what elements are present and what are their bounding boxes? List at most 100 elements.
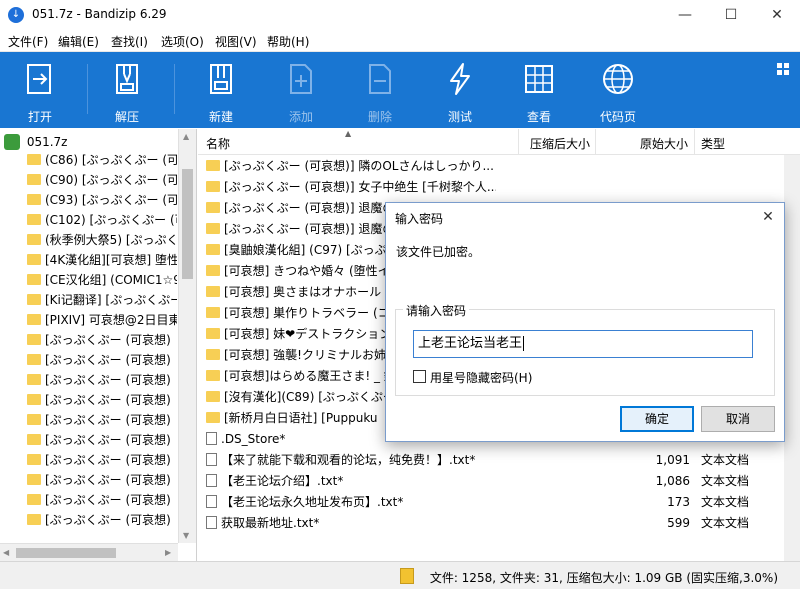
file-icon bbox=[206, 432, 217, 445]
scroll-left-arrow-icon[interactable]: ◀ bbox=[3, 548, 9, 557]
file-row[interactable]: 【来了就能下载和观看的论坛，纯免费！】.txt* 1,091 文本文档 bbox=[198, 450, 800, 471]
text-caret bbox=[523, 336, 525, 351]
column-divider[interactable] bbox=[518, 129, 519, 155]
file-name: [新桥月白日语社] [Puppuku bbox=[224, 411, 378, 425]
toolbar-separator bbox=[174, 64, 175, 114]
ok-button[interactable]: 确定 bbox=[620, 406, 694, 432]
file-name: [可哀想] きつねや婚々 (堕性イ bbox=[224, 264, 390, 278]
tree-item[interactable]: (C93) [ぷっぷくぷー (可哀 bbox=[27, 190, 177, 210]
file-type: 文本文档 bbox=[701, 453, 750, 467]
tree-item-label: [ぷっぷくぷー (可哀想) bbox=[45, 353, 171, 367]
add-button[interactable]: 添加 bbox=[261, 52, 341, 128]
delete-file-icon bbox=[369, 64, 391, 94]
file-original-size: 173 bbox=[667, 495, 690, 509]
tree-item[interactable]: (C90) [ぷっぷくぷー (可哀 bbox=[27, 170, 177, 190]
password-input[interactable]: 上老王论坛当老王 bbox=[413, 330, 753, 358]
folder-icon bbox=[206, 202, 220, 213]
test-button[interactable]: 测试 bbox=[420, 52, 500, 128]
tree-item[interactable]: [ぷっぷくぷー (可哀想) bbox=[27, 470, 177, 490]
column-original-size[interactable]: 原始大小 bbox=[640, 135, 688, 152]
new-button[interactable]: 新建 bbox=[181, 52, 261, 128]
menu-view[interactable]: 视图(V) bbox=[215, 33, 257, 50]
menu-help[interactable]: 帮助(H) bbox=[267, 33, 309, 50]
file-name: [可哀想] 妹❤デストラクション bbox=[224, 327, 392, 341]
view-grid-icon bbox=[525, 65, 553, 93]
tree-vertical-scroll-thumb[interactable] bbox=[182, 169, 193, 279]
tree-item[interactable]: [ぷっぷくぷー (可哀想) bbox=[27, 330, 177, 350]
folder-icon bbox=[27, 454, 41, 465]
codepage-button[interactable]: 代码页 bbox=[578, 52, 658, 128]
file-list-scrollbar[interactable] bbox=[784, 155, 800, 561]
tree-item[interactable]: [ぷっぷくぷー (可哀想) bbox=[27, 350, 177, 370]
folder-icon bbox=[206, 391, 220, 402]
scroll-right-arrow-icon[interactable]: ▶ bbox=[165, 548, 171, 557]
tree-item[interactable]: [ぷっぷくぷー (可哀想) bbox=[27, 490, 177, 510]
tree-item-label: [ぷっぷくぷー (可哀想) bbox=[45, 333, 171, 347]
file-row[interactable]: 获取最新地址.txt* 599 文本文档 bbox=[198, 513, 800, 534]
folder-icon bbox=[27, 494, 41, 505]
menu-edit[interactable]: 编辑(E) bbox=[58, 33, 99, 50]
tree-item-label: [CE汉化组] (COMIC1☆9 bbox=[45, 273, 177, 287]
hide-password-checkbox[interactable] bbox=[413, 370, 426, 383]
tree-horizontal-scrollbar[interactable]: ◀ ▶ bbox=[0, 543, 178, 561]
scroll-up-arrow-icon[interactable]: ▲ bbox=[183, 132, 189, 141]
dialog-close-button[interactable]: ✕ bbox=[752, 203, 784, 231]
tree-root[interactable]: 051.7z bbox=[4, 134, 67, 150]
menu-file[interactable]: 文件(F) bbox=[8, 33, 48, 50]
tree-item[interactable]: (秋季例大祭5) [ぷっぷく bbox=[27, 230, 177, 250]
menu-options[interactable]: 选项(O) bbox=[161, 33, 204, 50]
folder-icon bbox=[27, 374, 41, 385]
maximize-button[interactable]: ☐ bbox=[708, 0, 754, 30]
tree-item[interactable]: [4K漢化組][可哀想] 堕性 bbox=[27, 250, 177, 270]
column-divider[interactable] bbox=[694, 129, 695, 155]
view-button[interactable]: 查看 bbox=[499, 52, 579, 128]
tree-item-label: [ぷっぷくぷー (可哀想) bbox=[45, 433, 171, 447]
tree-item[interactable]: [CE汉化组] (COMIC1☆9 bbox=[27, 270, 177, 290]
extract-label: 解压 bbox=[114, 110, 139, 124]
tree-item[interactable]: (C86) [ぷっぷくぷー (可哀 bbox=[27, 150, 177, 170]
tree-item-label: (C86) [ぷっぷくぷー (可哀 bbox=[45, 153, 177, 167]
file-row[interactable]: [ぷっぷくぷー (可哀想)] 隣のOLさんはしっかり... bbox=[198, 156, 800, 177]
tree-vertical-scrollbar[interactable]: ▲ ▼ bbox=[178, 129, 196, 543]
minimize-button[interactable]: — bbox=[662, 0, 708, 30]
folder-icon bbox=[27, 434, 41, 445]
folder-icon bbox=[206, 223, 220, 234]
delete-button[interactable]: 删除 bbox=[340, 52, 420, 128]
tree-item[interactable]: [PIXIV] 可哀想@2日目東 bbox=[27, 310, 177, 330]
tree-item[interactable]: [ぷっぷくぷー (可哀想) bbox=[27, 410, 177, 430]
tree-item-label: [4K漢化組][可哀想] 堕性 bbox=[45, 253, 177, 267]
tree-horizontal-scroll-thumb[interactable] bbox=[16, 548, 116, 558]
hide-password-label[interactable]: 用星号隐藏密码(H) bbox=[430, 369, 532, 386]
column-divider[interactable] bbox=[595, 129, 596, 155]
cancel-button[interactable]: 取消 bbox=[701, 406, 775, 432]
menu-find[interactable]: 查找(I) bbox=[111, 33, 148, 50]
tree-item[interactable]: [ぷっぷくぷー (可哀想) bbox=[27, 370, 177, 390]
file-row[interactable]: 【老王论坛永久地址发布页】.txt* 173 文本文档 bbox=[198, 492, 800, 513]
close-button[interactable]: ✕ bbox=[754, 0, 800, 30]
tree-item[interactable]: [Ki记翻译] [ぷっぷくぷー bbox=[27, 290, 177, 310]
menu-bar: 文件(F) 编辑(E) 查找(I) 选项(O) 视图(V) 帮助(H) bbox=[0, 30, 800, 52]
folder-icon bbox=[27, 334, 41, 345]
password-dialog: 输入密码 ✕ 该文件已加密。 请输入密码 上老王论坛当老王 用星号隐藏密码(H)… bbox=[385, 202, 785, 442]
scroll-down-arrow-icon[interactable]: ▼ bbox=[183, 531, 189, 540]
folder-icon bbox=[206, 349, 220, 360]
tree-item-label: [Ki记翻译] [ぷっぷくぷー bbox=[45, 293, 177, 307]
text-file-icon bbox=[206, 495, 217, 508]
tree-item[interactable]: [ぷっぷくぷー (可哀想) bbox=[27, 390, 177, 410]
tree-item[interactable]: [ぷっぷくぷー (可哀想) bbox=[27, 510, 177, 530]
file-row[interactable]: 【老王论坛介绍】.txt* 1,086 文本文档 bbox=[198, 471, 800, 492]
column-name[interactable]: 名称 bbox=[206, 135, 230, 152]
file-original-size: 1,086 bbox=[655, 474, 690, 488]
tree-item[interactable]: [ぷっぷくぷー (可哀想) bbox=[27, 450, 177, 470]
layout-grid-icon[interactable] bbox=[776, 62, 790, 76]
file-row[interactable]: [ぷっぷくぷー (可哀想)] 女子中绝生 [千树黎个人... bbox=[198, 177, 800, 198]
delete-label: 删除 bbox=[367, 110, 392, 124]
open-button[interactable]: 打开 bbox=[0, 52, 80, 128]
column-packed-size[interactable]: 压缩后大小 bbox=[530, 135, 590, 152]
extract-button[interactable]: 解压 bbox=[87, 52, 167, 128]
tree-item[interactable]: [ぷっぷくぷー (可哀想) bbox=[27, 430, 177, 450]
tree-item[interactable]: (C102) [ぷっぷくぷー (可哀 bbox=[27, 210, 177, 230]
column-type[interactable]: 类型 bbox=[701, 135, 725, 152]
file-name: [可哀想] 強襲!クリミナルお姉 bbox=[224, 348, 386, 362]
folder-icon bbox=[27, 154, 41, 165]
